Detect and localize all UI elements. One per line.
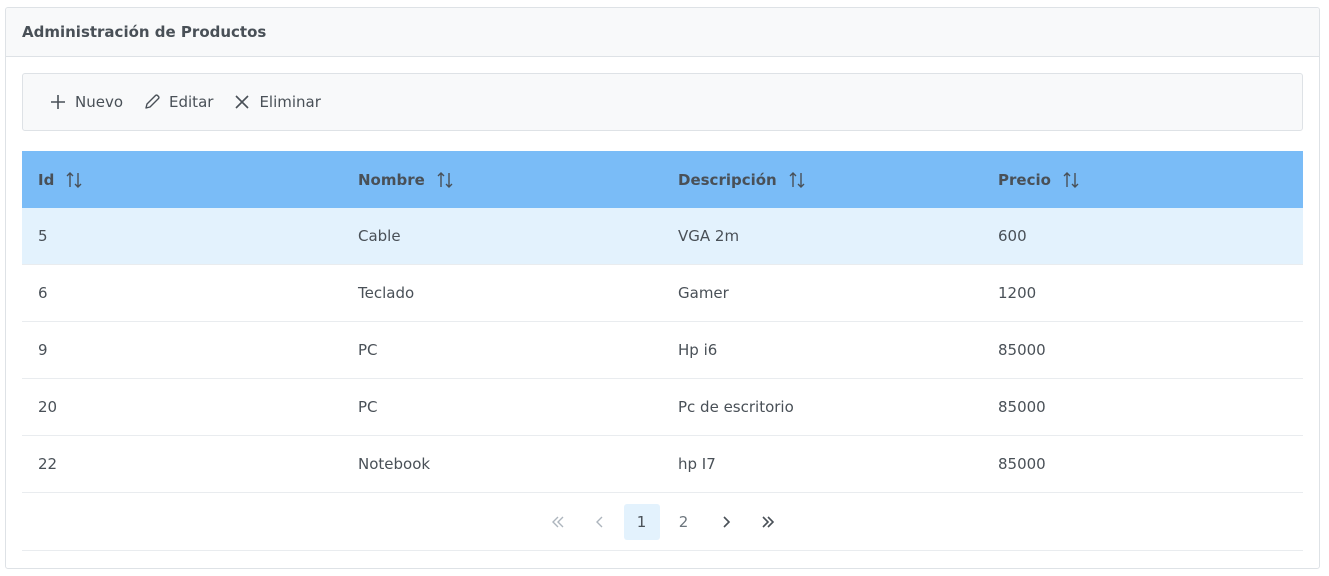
column-header-label: Descripción (678, 170, 777, 189)
sort-icon (789, 171, 805, 188)
times-icon (235, 95, 250, 109)
double-chevron-left-icon (551, 516, 563, 527)
column-header-nombre[interactable]: Nombre (342, 170, 662, 190)
cell-id: 5 (38, 227, 48, 245)
paginator: 1 2 (22, 493, 1303, 551)
delete-button-label: Eliminar (259, 93, 321, 111)
toolbar: Nuevo Editar Eliminar (22, 73, 1303, 131)
panel-body: Nuevo Editar Eliminar Id Nombre Descripc… (6, 57, 1319, 551)
cell-precio: 85000 (998, 341, 1046, 359)
cell-precio: 85000 (998, 398, 1046, 416)
cell-descripcion: Pc de escritorio (678, 398, 794, 416)
cell-precio: 600 (998, 227, 1027, 245)
chevron-right-icon (722, 515, 730, 528)
table-row[interactable]: 6 Teclado Gamer 1200 (22, 265, 1303, 322)
column-header-precio[interactable]: Precio (982, 170, 1302, 190)
page-button-2[interactable]: 2 (666, 504, 702, 540)
page-button-1[interactable]: 1 (623, 503, 660, 540)
sort-icon (1063, 171, 1079, 188)
cell-id: 22 (38, 455, 58, 473)
column-header-descripcion[interactable]: Descripción (662, 170, 982, 190)
panel-header: Administración de Productos (6, 8, 1319, 57)
products-table: Id Nombre Descripción Precio 5 Cable VGA… (22, 151, 1303, 551)
cell-precio: 1200 (998, 284, 1037, 302)
cell-id: 9 (38, 341, 48, 359)
column-header-label: Nombre (358, 170, 425, 189)
cell-nombre: PC (358, 341, 378, 359)
next-page-button[interactable] (708, 504, 744, 540)
cell-id: 6 (38, 284, 48, 302)
cell-nombre: Teclado (358, 284, 415, 302)
column-header-label: Id (38, 170, 55, 189)
sort-icon (437, 171, 453, 188)
new-button[interactable]: Nuevo (39, 82, 133, 122)
last-page-button[interactable] (750, 504, 786, 540)
table-row[interactable]: 5 Cable VGA 2m 600 (22, 208, 1303, 265)
column-header-id[interactable]: Id (22, 170, 342, 190)
cell-descripcion: Hp i6 (678, 341, 718, 359)
cell-nombre: Notebook (358, 455, 431, 473)
new-button-label: Nuevo (75, 93, 124, 111)
edit-button[interactable]: Editar (133, 82, 223, 122)
panel-title: Administración de Productos (22, 23, 267, 41)
cell-descripcion: VGA 2m (678, 227, 740, 245)
first-page-button[interactable] (540, 504, 576, 540)
cell-descripcion: hp I7 (678, 455, 716, 473)
plus-icon (51, 95, 65, 109)
cell-id: 20 (38, 398, 58, 416)
pencil-icon (145, 94, 160, 109)
table-row[interactable]: 9 PC Hp i6 85000 (22, 322, 1303, 379)
sort-icon (66, 171, 82, 188)
delete-button[interactable]: Eliminar (223, 82, 330, 122)
products-panel: Administración de Productos Nuevo Editar… (5, 7, 1320, 569)
table-header: Id Nombre Descripción Precio (22, 151, 1303, 208)
cell-nombre: PC (358, 398, 378, 416)
column-header-label: Precio (998, 170, 1051, 189)
cell-precio: 85000 (998, 455, 1046, 473)
edit-button-label: Editar (169, 93, 214, 111)
cell-descripcion: Gamer (678, 284, 729, 302)
double-chevron-right-icon (761, 515, 774, 528)
prev-page-button[interactable] (582, 504, 618, 540)
table-row[interactable]: 20 PC Pc de escritorio 85000 (22, 379, 1303, 436)
cell-nombre: Cable (358, 227, 401, 245)
table-row[interactable]: 22 Notebook hp I7 85000 (22, 436, 1303, 493)
chevron-left-icon (595, 516, 602, 527)
